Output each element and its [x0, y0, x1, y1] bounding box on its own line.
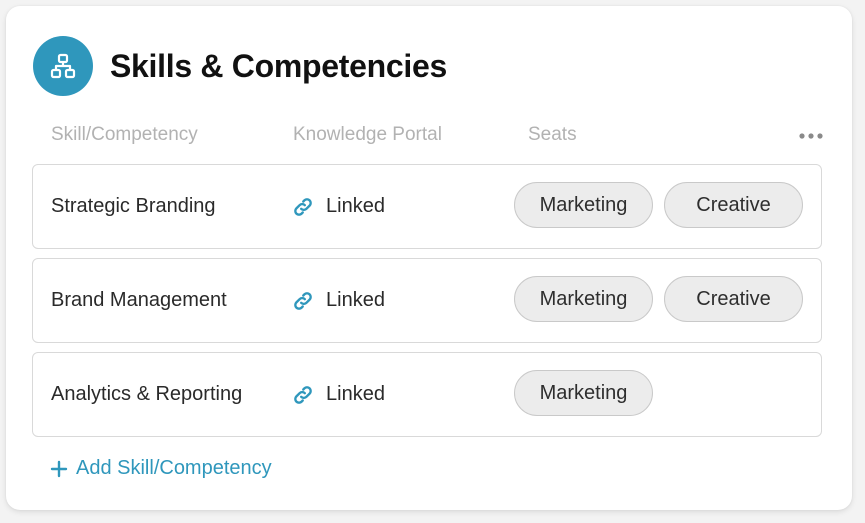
seat-tag[interactable]: Marketing	[514, 370, 653, 416]
seat-tag[interactable]: Marketing	[514, 182, 653, 228]
knowledge-portal-link[interactable]: Linked	[292, 289, 385, 312]
skills-card: Skills & Competencies Skill/Competency K…	[6, 6, 852, 510]
link-icon	[292, 196, 314, 218]
hierarchy-icon	[33, 36, 93, 96]
column-header-knowledge-portal: Knowledge Portal	[293, 124, 442, 145]
add-skill-button[interactable]: Add Skill/Competency	[50, 457, 272, 480]
add-skill-label: Add Skill/Competency	[76, 457, 272, 479]
more-horizontal-icon[interactable]	[796, 126, 826, 146]
seat-tag[interactable]: Creative	[664, 276, 803, 322]
column-header-skill: Skill/Competency	[51, 124, 198, 145]
portal-status: Linked	[326, 289, 385, 311]
skill-name: Strategic Branding	[51, 195, 216, 217]
card-title: Skills & Competencies	[110, 47, 447, 84]
link-icon	[292, 290, 314, 312]
skill-name: Analytics & Reporting	[51, 383, 243, 405]
knowledge-portal-link[interactable]: Linked	[292, 195, 385, 218]
link-icon	[292, 384, 314, 406]
skill-row[interactable]: Analytics & Reporting Linked Marketing	[32, 352, 822, 437]
seat-tag[interactable]: Marketing	[514, 276, 653, 322]
seat-tag[interactable]: Creative	[664, 182, 803, 228]
card-header: Skills & Competencies	[33, 36, 447, 96]
skill-row[interactable]: Strategic Branding Linked Marketing Crea…	[32, 164, 822, 249]
column-header-seats: Seats	[528, 124, 577, 145]
skill-row[interactable]: Brand Management Linked Marketing Creati…	[32, 258, 822, 343]
skill-name: Brand Management	[51, 289, 227, 311]
column-headers: Skill/Competency Knowledge Portal Seats	[6, 124, 852, 148]
knowledge-portal-link[interactable]: Linked	[292, 383, 385, 406]
plus-icon	[50, 460, 68, 478]
portal-status: Linked	[326, 383, 385, 405]
portal-status: Linked	[326, 195, 385, 217]
